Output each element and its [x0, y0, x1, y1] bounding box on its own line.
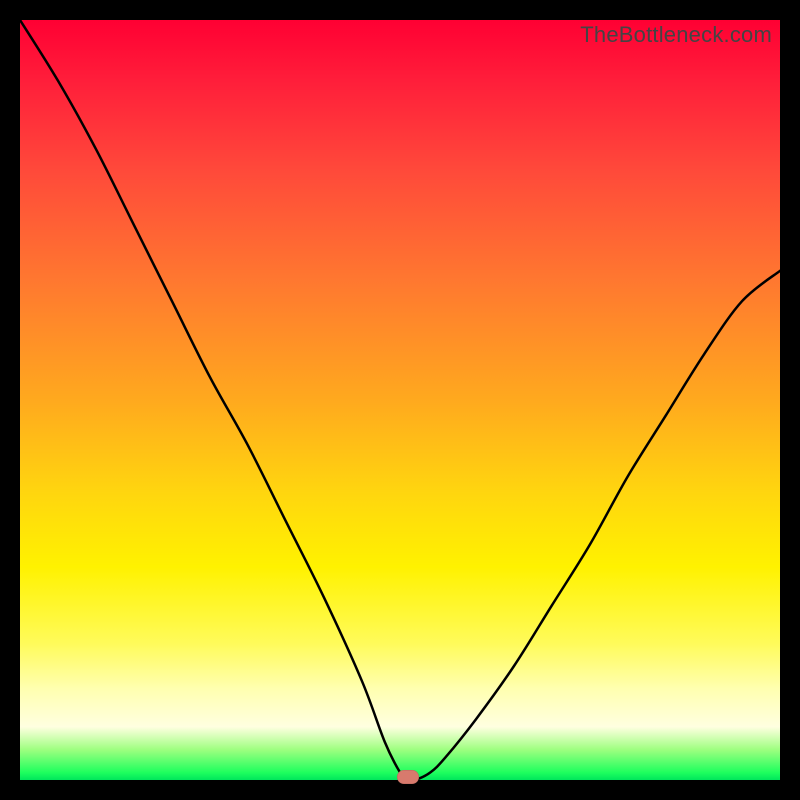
bottleneck-curve [20, 20, 780, 780]
chart-frame: TheBottleneck.com [0, 0, 800, 800]
plot-area: TheBottleneck.com [20, 20, 780, 780]
optimum-marker [397, 770, 419, 784]
